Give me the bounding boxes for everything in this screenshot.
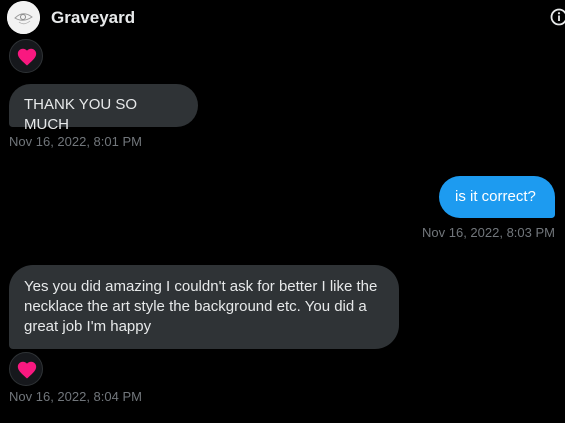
heart-icon — [17, 361, 37, 379]
message-timestamp: Nov 16, 2022, 8:04 PM — [9, 389, 142, 404]
conversation-header: Graveyard — [0, 0, 565, 36]
incoming-message-bubble[interactable]: THANK YOU SO MUCH — [9, 84, 198, 133]
contact-name[interactable]: Graveyard — [51, 8, 135, 28]
heart-icon — [17, 48, 37, 66]
avatar[interactable] — [7, 1, 40, 34]
incoming-message-bubble[interactable]: Yes you did amazing I couldn't ask for b… — [9, 265, 399, 349]
outgoing-message-bubble[interactable]: is it correct? — [439, 176, 555, 218]
info-icon[interactable] — [550, 8, 565, 26]
heart-reaction[interactable] — [9, 39, 43, 73]
message-timestamp: Nov 16, 2022, 8:03 PM — [422, 225, 555, 240]
message-timestamp: Nov 16, 2022, 8:01 PM — [9, 134, 142, 149]
heart-reaction[interactable] — [9, 352, 43, 386]
avatar-icon — [7, 1, 40, 34]
